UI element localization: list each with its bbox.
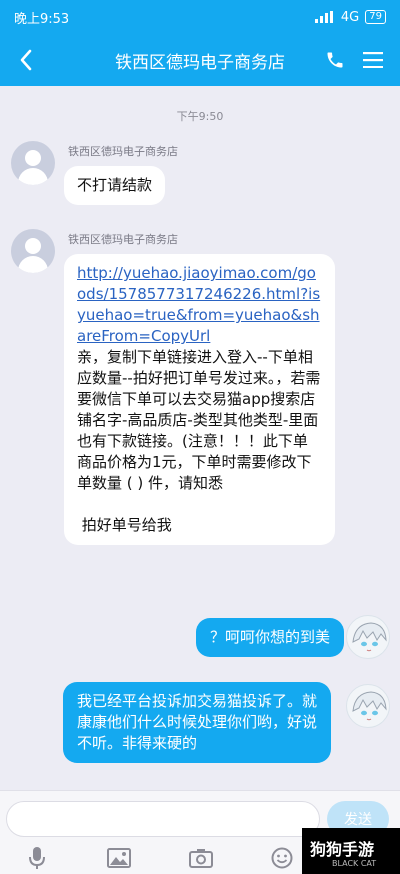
anime-avatar-icon <box>352 691 387 721</box>
watermark: 狗狗手游 BLACK CAT <box>302 828 400 874</box>
watermark-subtitle: BLACK CAT <box>332 859 377 868</box>
signal-icon <box>314 11 333 23</box>
message-bubble-incoming[interactable]: http://yuehao.jiaoyimao.com/goods/157857… <box>64 254 335 545</box>
menu-icon <box>363 52 383 68</box>
message-link[interactable]: http://yuehao.jiaoyimao.com/goods/157857… <box>77 263 322 347</box>
message-bubble-outgoing[interactable]: 我已经平台投诉加交易猫投诉了。就康康他们什么时候处理你们哟，好说不听。非得来硬的 <box>63 682 331 763</box>
status-time: 晚上9:53 <box>14 11 70 27</box>
message-bubble-outgoing[interactable]: ？呵呵你想的到美 <box>195 618 344 657</box>
my-avatar[interactable] <box>346 615 390 659</box>
message-text: 不打请结款 <box>77 176 153 194</box>
chat-area[interactable]: 下午9:50 铁西区德玛电子商务店 不打请结款 铁西区德玛电子商务店 http:… <box>0 86 400 786</box>
status-indicators: 4G 79 <box>314 9 386 25</box>
phone-icon <box>327 52 343 68</box>
call-button[interactable] <box>320 44 350 76</box>
message-input[interactable] <box>6 801 320 837</box>
anime-avatar-icon <box>352 622 387 652</box>
status-bar: 晚上9:53 4G 79 <box>0 0 400 34</box>
chat-timestamp: 下午9:50 <box>176 110 224 123</box>
voice-button[interactable] <box>22 845 52 871</box>
contact-avatar[interactable] <box>11 229 55 273</box>
image-button[interactable] <box>104 845 134 871</box>
emoji-icon <box>271 847 293 869</box>
message-text: ？呵呵你想的到美 <box>209 628 330 646</box>
battery-indicator: 79 <box>365 10 386 24</box>
message-text: 亲，复制下单链接进入登入--下单相应数量--拍好把订单号发过来。，若需要微信下单… <box>77 348 321 534</box>
sender-name: 铁西区德玛电子商务店 <box>68 145 178 158</box>
back-button[interactable] <box>10 42 42 78</box>
sender-name: 铁西区德玛电子商务店 <box>68 233 178 246</box>
title-bar: 铁西区德玛电子商务店 <box>0 34 400 86</box>
camera-button[interactable] <box>186 845 216 871</box>
contact-avatar[interactable] <box>11 141 55 185</box>
image-icon <box>107 848 131 868</box>
menu-button[interactable] <box>358 44 388 76</box>
my-avatar[interactable] <box>346 684 390 728</box>
emoji-button[interactable] <box>267 845 297 871</box>
chevron-left-icon <box>20 49 32 71</box>
message-text: 我已经平台投诉加交易猫投诉了。就康康他们什么时候处理你们哟，好说不听。非得来硬的 <box>77 692 318 752</box>
network-type: 4G <box>340 9 360 25</box>
camera-icon <box>189 849 213 868</box>
message-bubble-incoming[interactable]: 不打请结款 <box>64 166 166 205</box>
watermark-title: 狗狗手游 <box>310 840 375 859</box>
microphone-icon <box>29 847 45 869</box>
